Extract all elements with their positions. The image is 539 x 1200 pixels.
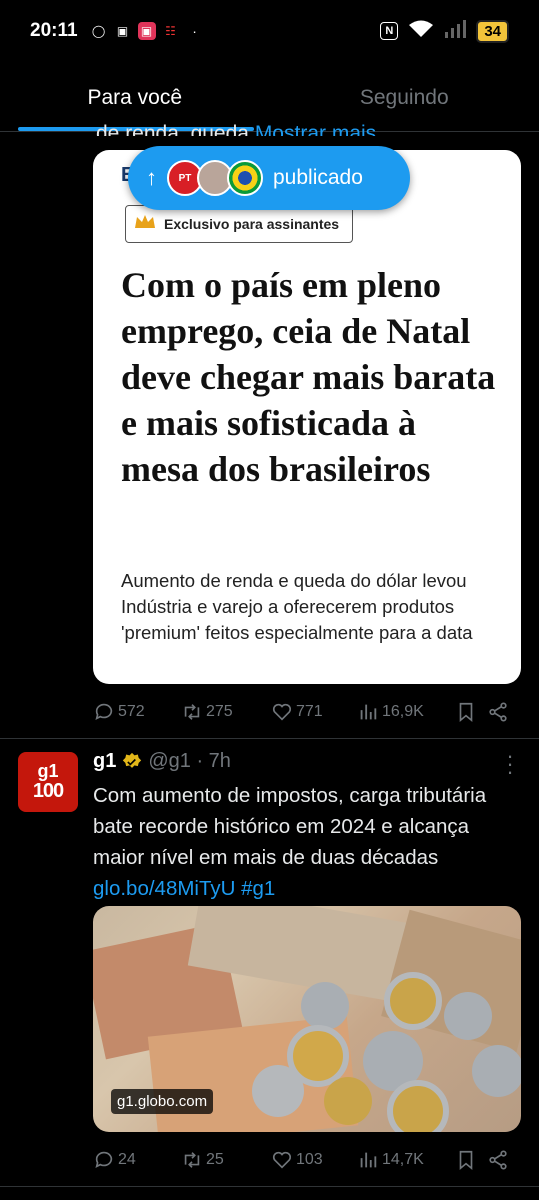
wifi-icon — [408, 19, 434, 44]
like-button[interactable]: 103 — [271, 1149, 357, 1171]
tweet-divider — [0, 1186, 539, 1187]
new-posts-pill[interactable]: ↑ PT publicado — [128, 146, 410, 210]
bookmark-icon — [459, 1150, 473, 1171]
retweet-icon — [184, 704, 200, 720]
exclusive-label: Exclusivo para assinantes — [164, 216, 340, 232]
retweet-button[interactable]: 25 — [181, 1149, 271, 1171]
exclusive-badge: Exclusivo para assinantes — [125, 205, 353, 243]
arrow-up-icon: ↑ — [146, 165, 157, 190]
reply-icon — [95, 1151, 113, 1168]
bookmark-button[interactable] — [455, 1149, 487, 1171]
article-headline: Com o país em pleno emprego, ceia de Nat… — [121, 265, 496, 489]
tweet-divider — [0, 738, 539, 739]
calendar-icon: ☷ — [165, 24, 176, 38]
crown-icon — [134, 213, 156, 236]
status-time: 20:11 — [30, 20, 78, 41]
tweet-actions: 572 275 771 16,9K — [93, 694, 523, 730]
bookmark-icon — [459, 702, 473, 723]
heart-icon — [272, 1151, 292, 1169]
pill-label: publicado — [273, 166, 363, 189]
verified-badge-icon — [123, 752, 142, 768]
reply-button[interactable]: 572 — [93, 701, 181, 723]
app-notification-icon: ▣ — [137, 22, 156, 40]
more-options-icon[interactable]: · · · — [500, 745, 520, 783]
signal-icon — [444, 19, 467, 43]
heart-icon — [272, 703, 292, 721]
tab-label: Para você — [87, 86, 183, 109]
reply-icon — [95, 703, 113, 720]
battery-icon: 34 — [476, 19, 509, 43]
pill-avatars: PT — [167, 160, 263, 196]
retweet-button[interactable]: 275 — [181, 701, 271, 723]
tab-label: Seguindo — [359, 86, 449, 109]
tweet-text: Com aumento de impostos, carga tributári… — [93, 784, 487, 900]
share-button[interactable] — [487, 701, 517, 723]
shopping-icon: ▣ — [116, 24, 129, 38]
more-notifications-icon: · — [192, 23, 197, 39]
tweet-text-truncated: de renda, queda Mostrar mais — [96, 118, 416, 136]
views-icon — [360, 704, 377, 720]
nfc-icon: N — [380, 22, 399, 40]
share-icon — [489, 1150, 507, 1170]
views-button[interactable]: 16,9K — [357, 701, 455, 723]
reply-button[interactable]: 24 — [93, 1149, 181, 1171]
article-card[interactable]: E Exclusivo para assinantes Com o país e… — [93, 150, 521, 684]
notification-icons: ◯ ▣ ▣ ☷ · — [90, 22, 204, 40]
avatar[interactable]: g1 100 — [18, 752, 78, 812]
views-icon — [360, 1152, 377, 1168]
author-handle-time: @g1 · 7h — [148, 750, 231, 772]
article-subhead: Aumento de renda e queda do dólar levou … — [121, 570, 473, 643]
whatsapp-icon: ◯ — [91, 24, 106, 38]
media-domain-label: g1.globo.com — [111, 1089, 214, 1114]
retweet-icon — [184, 1152, 200, 1168]
views-button[interactable]: 14,7K — [357, 1149, 455, 1171]
tweet-link[interactable]: glo.bo/48MiTyU #g1 — [93, 877, 275, 900]
share-button[interactable] — [487, 1149, 517, 1171]
share-icon — [489, 702, 507, 722]
bookmark-button[interactable] — [455, 701, 487, 723]
author-name[interactable]: g1 — [93, 750, 116, 773]
avatar — [227, 160, 263, 196]
tweet-header: g1 @g1 · 7h — [93, 750, 231, 773]
tweet-actions: 24 25 103 14,7K — [93, 1142, 523, 1178]
like-button[interactable]: 771 — [271, 701, 357, 723]
tweet-media-image[interactable]: g1.globo.com — [93, 906, 521, 1132]
show-more-link[interactable]: Mostrar mais — [255, 122, 376, 136]
status-bar: 20:11 ◯ ▣ ▣ ☷ · N 34 — [0, 0, 539, 62]
